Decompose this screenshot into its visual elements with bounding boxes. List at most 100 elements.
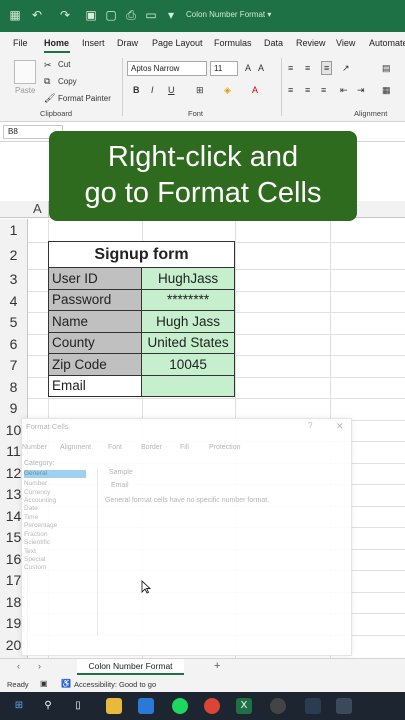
file-explorer-icon[interactable]	[106, 698, 122, 714]
format-cells-dialog[interactable]: Format Cells ? ✕ Number Alignment Font B…	[21, 418, 352, 656]
tab-alignment[interactable]: Alignment	[60, 444, 91, 451]
sheet-tab-active[interactable]: Colon Number Format	[77, 659, 184, 675]
list-item[interactable]: Date	[24, 505, 38, 512]
tab-home[interactable]: Home	[44, 38, 69, 48]
row-header[interactable]: 2	[0, 242, 28, 269]
label-cell[interactable]: Zip Code	[47, 353, 143, 376]
list-item[interactable]: Scientific	[24, 539, 50, 546]
row-header[interactable]: 5	[0, 312, 28, 334]
list-item[interactable]: Custom	[24, 564, 46, 571]
format-painter-button[interactable]: Format Painter	[58, 94, 111, 103]
chrome-icon[interactable]	[204, 698, 220, 714]
tab-border[interactable]: Border	[141, 444, 162, 451]
row-header[interactable]: 3	[0, 269, 28, 291]
add-sheet-button[interactable]: +	[214, 660, 220, 672]
row-header[interactable]: 9	[0, 398, 28, 420]
copy-button[interactable]: Copy	[58, 77, 77, 86]
align-right-icon[interactable]: ≡	[321, 84, 326, 96]
decrease-font-icon[interactable]: A	[258, 62, 264, 74]
tab-automate[interactable]: Automate	[369, 38, 405, 48]
row-header[interactable]: 8	[0, 376, 28, 398]
font-name-box[interactable]: Aptos Narrow	[127, 61, 207, 76]
scroll-right-icon[interactable]: ›	[38, 661, 41, 671]
task-view-icon[interactable]: ▯	[70, 698, 86, 714]
new-file-icon[interactable]: ▢	[104, 8, 118, 22]
form-title-cell[interactable]: Signup form	[48, 241, 235, 268]
close-button[interactable]: ✕	[336, 421, 344, 432]
print-icon[interactable]: ⎙	[124, 8, 138, 22]
label-cell[interactable]: County	[47, 331, 143, 354]
increase-indent-icon[interactable]: ⇥	[357, 84, 365, 96]
search-icon[interactable]: ⚲	[40, 698, 56, 714]
tab-data[interactable]: Data	[264, 38, 283, 48]
tab-review[interactable]: Review	[296, 38, 326, 48]
customize-toolbar-icon[interactable]: ▾	[164, 8, 178, 22]
list-item[interactable]: Time	[24, 514, 38, 521]
cut-button[interactable]: Cut	[58, 60, 70, 69]
row-header[interactable]: 1	[0, 219, 28, 242]
category-list[interactable]: General Number Currency Accounting Date …	[22, 468, 98, 636]
align-middle-icon[interactable]: ≡	[305, 62, 310, 74]
paste-icon[interactable]	[14, 60, 36, 84]
tab-view[interactable]: View	[336, 38, 355, 48]
calculator-icon[interactable]	[336, 698, 352, 714]
tab-protection[interactable]: Protection	[209, 444, 241, 451]
align-center-icon[interactable]: ≡	[305, 84, 310, 96]
save-icon[interactable]: ▣	[84, 8, 98, 22]
spotify-icon[interactable]	[172, 698, 188, 714]
value-cell[interactable]: Hugh Jass	[141, 310, 235, 333]
list-item[interactable]: Special	[24, 556, 45, 563]
mail-icon[interactable]	[138, 698, 154, 714]
windows-start-icon[interactable]: ⊞	[11, 698, 27, 714]
font-size-box[interactable]: 11	[210, 61, 238, 76]
tab-draw[interactable]: Draw	[117, 38, 138, 48]
label-cell[interactable]: User ID	[47, 267, 143, 290]
excel-taskbar-icon[interactable]: X	[236, 698, 252, 714]
fill-color-icon[interactable]: ◈	[224, 84, 231, 96]
align-top-icon[interactable]: ≡	[288, 62, 293, 74]
bold-button[interactable]: B	[133, 84, 140, 96]
borders-icon[interactable]: ⊞	[196, 84, 204, 96]
list-item[interactable]: Currency	[24, 489, 50, 496]
macro-recording-icon[interactable]: ▣	[40, 679, 48, 688]
merge-center-icon[interactable]: ▦	[382, 84, 391, 96]
value-cell[interactable]: United States	[141, 331, 235, 354]
wrap-text-icon[interactable]: ▤	[382, 62, 391, 74]
column-header-a[interactable]: A	[28, 201, 48, 218]
orientation-icon[interactable]: ↗	[342, 62, 350, 74]
font-color-icon[interactable]: A	[252, 84, 258, 96]
tab-file[interactable]: File	[13, 38, 28, 48]
value-cell[interactable]: HughJass	[141, 267, 235, 290]
select-all-corner[interactable]	[0, 201, 28, 218]
tab-fill[interactable]: Fill	[180, 444, 189, 451]
list-item[interactable]: Percentage	[24, 522, 57, 529]
obs-icon[interactable]	[270, 698, 286, 714]
redo-icon[interactable]: ↷	[58, 8, 72, 22]
scroll-left-icon[interactable]: ‹	[17, 661, 20, 671]
tab-insert[interactable]: Insert	[82, 38, 105, 48]
row-header[interactable]: 6	[0, 333, 28, 355]
label-cell[interactable]: Name	[47, 310, 143, 333]
row-header[interactable]: 4	[0, 290, 28, 312]
decrease-indent-icon[interactable]: ⇤	[340, 84, 348, 96]
value-cell[interactable]: 10045	[141, 353, 235, 376]
align-bottom-icon[interactable]: ≡	[321, 61, 333, 75]
underline-button[interactable]: U	[168, 84, 175, 96]
italic-button[interactable]: I	[151, 84, 154, 96]
list-item[interactable]: Number	[24, 480, 47, 487]
label-cell[interactable]: Email	[47, 374, 143, 397]
tab-number[interactable]: Number	[22, 444, 47, 451]
list-item[interactable]: General	[24, 470, 47, 477]
selected-value-cell[interactable]	[141, 374, 235, 397]
row-header[interactable]: 7	[0, 355, 28, 377]
paste-button[interactable]: Paste	[15, 86, 35, 95]
value-cell[interactable]: ********	[141, 288, 235, 311]
open-folder-icon[interactable]: ▭	[144, 8, 158, 22]
list-item[interactable]: Accounting	[24, 497, 56, 504]
increase-font-icon[interactable]: A	[245, 62, 251, 74]
list-item[interactable]: Text	[24, 548, 36, 555]
label-cell[interactable]: Password	[47, 288, 143, 311]
undo-icon[interactable]: ↶	[30, 8, 44, 22]
accessibility-status[interactable]: Accessibility: Good to go	[74, 680, 156, 689]
help-button[interactable]: ?	[308, 421, 312, 430]
